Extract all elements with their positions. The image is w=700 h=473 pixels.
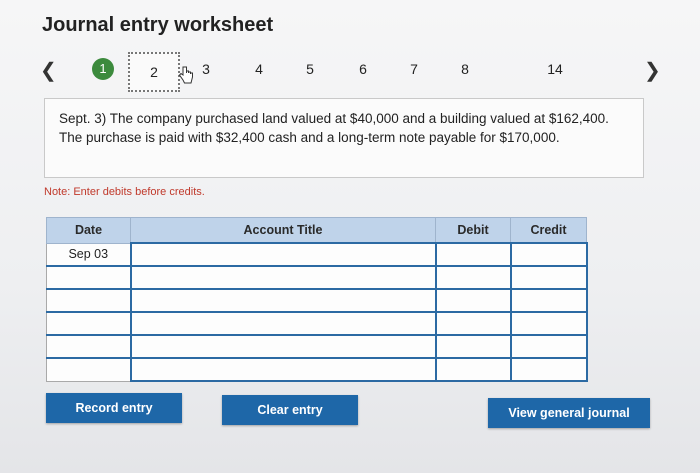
step-1[interactable]: 1 [92, 58, 114, 80]
credit-input[interactable] [509, 311, 588, 336]
step-14[interactable]: 14 [545, 61, 565, 77]
record-entry-button[interactable]: Record entry [46, 393, 182, 423]
journal-worksheet-page: Journal entry worksheet ❮ 1 2 3 4 5 6 7 … [0, 0, 700, 473]
table-row [46, 311, 588, 336]
header-debit: Debit [435, 217, 511, 244]
header-date: Date [46, 217, 131, 244]
debit-input[interactable] [434, 288, 512, 313]
account-title-input[interactable] [129, 265, 437, 290]
credit-input[interactable] [509, 334, 588, 359]
debit-input[interactable] [434, 265, 512, 290]
header-account-title: Account Title [130, 217, 436, 244]
account-title-input[interactable] [129, 242, 437, 267]
debit-input[interactable] [434, 242, 512, 267]
table-row [46, 288, 588, 313]
step-4[interactable]: 4 [249, 61, 269, 77]
pointer-hand-icon [178, 66, 193, 84]
table-row [46, 357, 588, 382]
table-row: Sep 03 [46, 242, 588, 267]
debit-input[interactable] [434, 357, 512, 382]
step-6[interactable]: 6 [353, 61, 373, 77]
debit-input[interactable] [434, 311, 512, 336]
clear-entry-button[interactable]: Clear entry [222, 395, 358, 425]
step-5[interactable]: 5 [300, 61, 320, 77]
step-8[interactable]: 8 [455, 61, 475, 77]
chevron-left-icon[interactable]: ❮ [40, 58, 57, 83]
table-row [46, 265, 588, 290]
question-text: Sept. 3) The company purchased land valu… [44, 98, 644, 178]
account-title-input[interactable] [129, 334, 437, 359]
step-7[interactable]: 7 [404, 61, 424, 77]
credit-input[interactable] [509, 357, 588, 382]
date-cell[interactable] [46, 311, 131, 336]
debit-input[interactable] [434, 334, 512, 359]
credit-input[interactable] [509, 242, 588, 267]
account-title-input[interactable] [129, 357, 437, 382]
credit-input[interactable] [509, 265, 588, 290]
instruction-note: Note: Enter debits before credits. [44, 186, 205, 198]
step-2-current[interactable]: 2 [128, 52, 180, 92]
account-title-input[interactable] [129, 288, 437, 313]
date-cell[interactable] [46, 288, 131, 313]
date-cell[interactable]: Sep 03 [46, 242, 131, 267]
table-row [46, 334, 588, 359]
table-header-row: Date Account Title Debit Credit [46, 217, 587, 244]
journal-table: Date Account Title Debit Credit Sep 03 [46, 217, 588, 382]
credit-input[interactable] [509, 288, 588, 313]
date-cell[interactable] [46, 334, 131, 359]
page-title: Journal entry worksheet [42, 14, 274, 36]
date-cell[interactable] [46, 357, 131, 382]
step-3[interactable]: 3 [196, 61, 216, 77]
account-title-input[interactable] [129, 311, 437, 336]
chevron-right-icon[interactable]: ❯ [644, 58, 661, 83]
view-general-journal-button[interactable]: View general journal [488, 398, 650, 428]
header-credit: Credit [510, 217, 587, 244]
date-cell[interactable] [46, 265, 131, 290]
